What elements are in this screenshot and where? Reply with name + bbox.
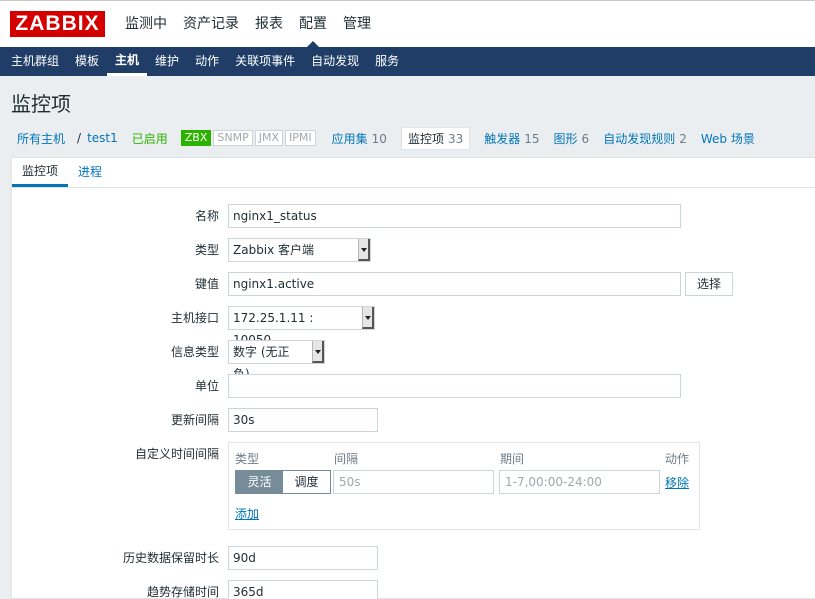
link-count: 10 (371, 131, 387, 146)
link-label: 应用集 (331, 131, 368, 146)
submenu-hosts[interactable]: 主机 (107, 47, 148, 76)
row-name: 名称 nginx1_status (12, 204, 815, 228)
update-interval-input[interactable]: 30s (228, 408, 378, 432)
interface-label: 主机接口 (170, 311, 219, 325)
dropdown-arrow-icon (362, 307, 374, 329)
tab-preprocessing[interactable]: 进程 (68, 158, 112, 187)
custom-period-input[interactable]: 1-7,00:00-24:00 (499, 470, 660, 494)
type-select-value: Zabbix 客户端 (233, 243, 315, 257)
breadcrumb-all-hosts[interactable]: 所有主机 (11, 130, 71, 147)
menu-administration[interactable]: 管理 (335, 1, 379, 48)
main-menu: 监测中 资产记录 报表 配置 管理 (117, 1, 379, 48)
link-triggers[interactable]: 触发器 15 (484, 130, 539, 147)
units-input[interactable] (228, 374, 681, 398)
dropdown-arrow-icon (358, 239, 370, 261)
link-label: Web 场景 (700, 131, 755, 146)
page-title: 监控项 (11, 92, 71, 116)
col-period-header: 期间 (500, 452, 525, 466)
update-interval-label: 更新间隔 (170, 413, 219, 427)
submenu-discovery[interactable]: 自动发现 (303, 47, 367, 76)
link-graphs[interactable]: 图形 6 (554, 130, 590, 147)
trends-label: 趋势存储时间 (146, 585, 219, 599)
menu-configuration[interactable]: 配置 (291, 1, 335, 48)
menu-reports[interactable]: 报表 (247, 1, 291, 48)
row-key: 键值 nginx1.active 选择 (12, 272, 815, 296)
link-label: 图形 (553, 131, 578, 146)
col-type-header: 类型 (235, 452, 260, 466)
submenu-actions[interactable]: 动作 (187, 47, 227, 76)
breadcrumb-separator: / (77, 131, 82, 145)
submenu-host-groups[interactable]: 主机群组 (3, 47, 67, 76)
availability-snmp: SNMP (213, 130, 253, 146)
key-input[interactable]: nginx1.active (228, 272, 681, 296)
submenu-templates[interactable]: 模板 (67, 47, 107, 76)
availability-jmx: JMX (254, 130, 284, 146)
row-trends: 趋势存储时间 365d (12, 580, 815, 599)
info-type-select[interactable]: 数字 (无正负) (228, 340, 325, 381)
interface-select[interactable]: 172.25.1.11 : 10050 (228, 306, 375, 347)
name-label: 名称 (194, 209, 219, 223)
history-input[interactable]: 90d (228, 546, 378, 570)
submenu-maintenance[interactable]: 维护 (147, 47, 187, 76)
dropdown-arrow-icon (312, 341, 324, 363)
link-count: 15 (524, 131, 540, 146)
link-label: 监控项 (407, 131, 444, 146)
info-type-label: 信息类型 (170, 345, 219, 359)
select-key-button[interactable]: 选择 (685, 272, 733, 296)
col-action-header: 动作 (665, 452, 690, 466)
scheduling-option[interactable]: 调度 (283, 471, 330, 493)
availability-zbx: ZBX (180, 130, 212, 146)
link-web-scenarios[interactable]: Web 场景 (701, 130, 755, 147)
tab-item[interactable]: 监控项 (12, 158, 69, 187)
sub-menu: 主机群组 模板 主机 维护 动作 关联项事件 自动发现 服务 (0, 47, 815, 76)
history-label: 历史数据保留时长 (122, 551, 219, 565)
link-count: 6 (581, 131, 590, 146)
flexible-option[interactable]: 灵活 (236, 471, 283, 493)
zabbix-logo[interactable]: ZABBIX (10, 11, 105, 37)
link-count: 2 (679, 131, 687, 146)
row-units: 单位 (12, 374, 815, 398)
form-tabs: 监控项 进程 (12, 158, 815, 188)
link-applications[interactable]: 应用集 10 (332, 130, 387, 147)
custom-intervals-label: 自定义时间间隔 (134, 447, 219, 461)
availability-ipmi: IPMI (285, 130, 316, 146)
menu-monitoring[interactable]: 监测中 (117, 1, 175, 48)
row-update-interval: 更新间隔 30s (12, 408, 815, 432)
submenu-event-correlation[interactable]: 关联项事件 (227, 47, 303, 76)
col-interval-header: 间隔 (334, 452, 359, 466)
add-interval-link[interactable]: 添加 (235, 505, 259, 522)
link-count: 33 (447, 131, 464, 146)
row-type: 类型 Zabbix 客户端 (12, 238, 815, 262)
row-info-type: 信息类型 数字 (无正负) (12, 340, 815, 381)
custom-intervals-box: 类型 间隔 期间 动作 灵活 调度 50s 1-7,00:00-24:00 移除… (228, 442, 700, 530)
type-select[interactable]: Zabbix 客户端 (228, 238, 371, 262)
remove-interval-link[interactable]: 移除 (665, 474, 689, 491)
top-header: ZABBIX 监测中 资产记录 报表 配置 管理 (0, 0, 815, 48)
host-navigation: 所有主机 / test1 已启用 ZBX SNMP JMX IPMI 应用集 10… (11, 126, 755, 150)
custom-interval-input[interactable]: 50s (333, 470, 494, 494)
units-label: 单位 (194, 379, 219, 393)
link-items[interactable]: 监控项 33 (400, 126, 471, 150)
key-label: 键值 (194, 277, 219, 291)
name-input[interactable]: nginx1_status (228, 204, 681, 228)
host-status[interactable]: 已启用 (132, 130, 168, 147)
submenu-services[interactable]: 服务 (367, 47, 407, 76)
menu-inventory[interactable]: 资产记录 (175, 1, 247, 48)
row-history: 历史数据保留时长 90d (12, 546, 815, 570)
breadcrumb-host[interactable]: test1 (87, 131, 118, 145)
type-label: 类型 (194, 243, 219, 257)
link-label: 触发器 (484, 131, 521, 146)
item-form-panel: 监控项 进程 名称 nginx1_status 类型 Zabbix 客户端 键值… (11, 157, 815, 599)
row-interface: 主机接口 172.25.1.11 : 10050 (12, 306, 815, 347)
interval-type-toggle: 灵活 调度 (235, 470, 331, 494)
trends-input[interactable]: 365d (228, 580, 378, 599)
link-discovery-rules[interactable]: 自动发现规则 2 (603, 130, 687, 147)
link-label: 自动发现规则 (603, 131, 676, 146)
